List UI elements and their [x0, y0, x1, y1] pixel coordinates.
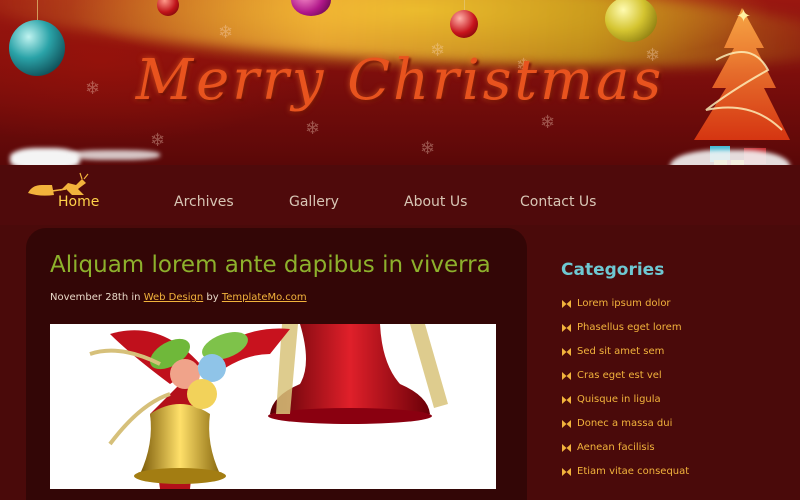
- christmas-tree-icon: ✦: [694, 6, 790, 140]
- bow-bullet-icon: [562, 324, 571, 332]
- post-in-text: in: [131, 292, 141, 303]
- svg-text:✦: ✦: [736, 6, 751, 27]
- category-item[interactable]: Donec a massa dui: [561, 412, 781, 436]
- category-label: Quisque in ligula: [577, 394, 661, 405]
- category-label: Lorem ipsum dolor: [577, 298, 671, 309]
- nav-archives[interactable]: Archives: [174, 194, 234, 210]
- bow-bullet-icon: [562, 444, 571, 452]
- category-item[interactable]: Cras eget est vel: [561, 364, 781, 388]
- snowflake-icon: ❄: [218, 22, 234, 43]
- post-author-link[interactable]: TemplateMo.com: [222, 292, 307, 303]
- nav-gallery[interactable]: Gallery: [289, 194, 339, 210]
- nav-home[interactable]: Home: [58, 194, 99, 210]
- nav-contact-us[interactable]: Contact Us: [520, 194, 596, 210]
- bow-bullet-icon: [562, 372, 571, 380]
- snowflake-icon: ❄: [420, 138, 436, 159]
- bow-bullet-icon: [562, 300, 571, 308]
- category-item[interactable]: Quisque in ligula: [561, 388, 781, 412]
- post-category-link[interactable]: Web Design: [144, 292, 204, 303]
- categories-title: Categories: [561, 260, 665, 280]
- nav-about-us[interactable]: About Us: [404, 194, 467, 210]
- site-header: ❄ ❄ ❄ ❄ ❄ ❄ ❄ ❄ ❄ Merry Christmas ✦: [0, 0, 800, 165]
- bow-bullet-icon: [562, 396, 571, 404]
- red-ornament-icon: [450, 10, 478, 38]
- category-item[interactable]: Lorem ipsum dolor: [561, 292, 781, 316]
- post-by-text: by: [206, 292, 219, 303]
- post-title[interactable]: Aliquam lorem ante dapibus in viverra: [50, 252, 491, 278]
- post-date: November 28th: [50, 292, 129, 303]
- sidebar: Categories Lorem ipsum dolor Phasellus e…: [561, 260, 781, 484]
- snow-drift: [70, 150, 160, 160]
- main-navigation: Home Archives Gallery About Us Contact U…: [0, 165, 800, 225]
- snowflake-icon: ❄: [305, 118, 321, 139]
- bow-bullet-icon: [562, 420, 571, 428]
- post-image: [50, 324, 496, 489]
- category-item[interactable]: Sed sit amet sem: [561, 340, 781, 364]
- category-item[interactable]: Phasellus eget lorem: [561, 316, 781, 340]
- main-content: Aliquam lorem ante dapibus in viverra No…: [26, 228, 527, 500]
- christmas-bells-image: [89, 324, 448, 489]
- category-label: Sed sit amet sem: [577, 346, 665, 357]
- category-item[interactable]: Aenean facilisis: [561, 436, 781, 460]
- bow-bullet-icon: [562, 468, 571, 476]
- category-item[interactable]: Etiam vitae consequat: [561, 460, 781, 484]
- snowflake-icon: ❄: [150, 130, 166, 151]
- category-label: Etiam vitae consequat: [577, 466, 690, 477]
- category-label: Donec a massa dui: [577, 418, 673, 429]
- snowflake-icon: ❄: [540, 112, 556, 133]
- category-label: Phasellus eget lorem: [577, 322, 682, 333]
- category-label: Cras eget est vel: [577, 370, 662, 381]
- category-label: Aenean facilisis: [577, 442, 655, 453]
- bow-bullet-icon: [562, 348, 571, 356]
- post-meta: November 28th in Web Design by TemplateM…: [50, 292, 307, 303]
